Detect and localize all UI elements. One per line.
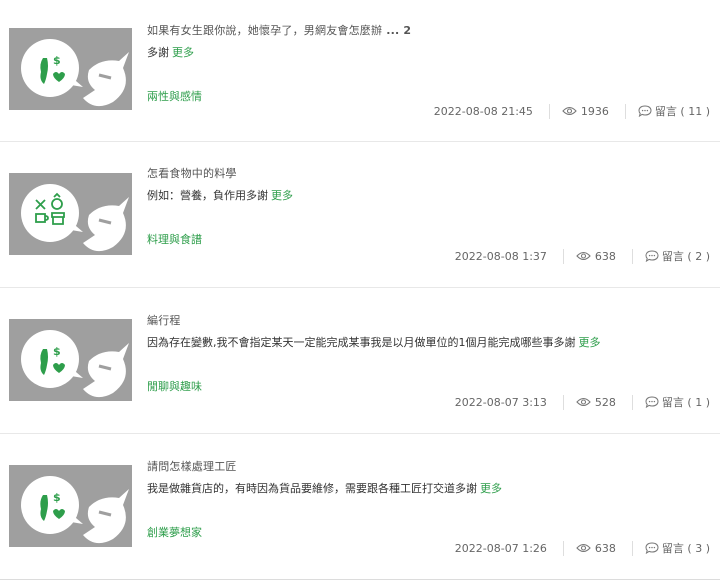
post-item: $ 請問怎樣處理工匠 我是做雜貨店的，有時因為貨品要維修，需要跟各種工匠打交道多… — [0, 434, 720, 580]
comment-bubble-icon — [645, 542, 659, 554]
meta-divider — [548, 103, 550, 119]
post-thumbnail[interactable]: $ — [9, 28, 132, 110]
meta-divider — [631, 248, 633, 264]
post-feed: $ 如果有女生跟你說，她懷孕了，男網友會怎麼辦... 2 多謝 更多 兩性與感情 2… — [0, 0, 720, 580]
post-title-text[interactable]: 編行程 — [147, 314, 181, 327]
post-title-text[interactable]: 如果有女生跟你說，她懷孕了，男網友會怎麼辦 — [147, 24, 382, 37]
view-count: 528 — [576, 396, 616, 409]
post-title[interactable]: 怎看食物中的料學 — [147, 165, 237, 181]
post-date: 2022-08-07 3:13 — [454, 395, 547, 409]
post-date: 2022-08-08 21:45 — [433, 104, 533, 118]
post-thumbnail[interactable] — [9, 173, 132, 255]
meta-divider — [631, 394, 633, 410]
eye-icon — [576, 543, 591, 553]
post-excerpt-text: 例如：營養，負作用多謝 — [147, 189, 268, 202]
post-thumbnail[interactable]: $ — [9, 465, 132, 547]
comment-count[interactable]: 留言 ( 3 ) — [662, 540, 710, 556]
post-excerpt: 因為存在變數,我不會指定某天一定能完成某事我是以月做單位的1個月能完成哪些事多謝… — [147, 334, 601, 350]
post-item: 怎看食物中的料學 例如：營養，負作用多謝 更多 料理與食譜 2022-08-08 … — [0, 142, 720, 288]
more-link[interactable]: 更多 — [271, 189, 293, 202]
view-count-value: 638 — [594, 249, 616, 263]
post-meta: 2022-08-07 1:26 638 留言 ( 3 ) — [455, 540, 710, 556]
meta-divider — [562, 540, 564, 556]
post-excerpt: 我是做雜貨店的，有時因為貨品要維修，需要跟各種工匠打交道多謝 更多 — [147, 480, 502, 496]
meta-divider — [562, 394, 564, 410]
category-mascot-icon — [9, 173, 132, 255]
eye-icon — [576, 251, 591, 261]
view-count-value: 1936 — [580, 104, 609, 118]
post-category[interactable]: 料理與食譜 — [147, 231, 202, 247]
post-excerpt-text: 我是做雜貨店的，有時因為貨品要維修，需要跟各種工匠打交道多謝 — [147, 482, 477, 495]
comment-count[interactable]: 留言 ( 11 ) — [655, 103, 710, 119]
comment-bubble-icon — [645, 250, 659, 262]
post-title-text[interactable]: 怎看食物中的料學 — [147, 167, 237, 180]
post-meta: 2022-08-08 21:45 1936 留言 ( 11 ) — [434, 103, 710, 119]
comment-count[interactable]: 留言 ( 2 ) — [662, 248, 710, 264]
category-mascot-icon: $ — [9, 28, 132, 110]
post-item: $ 編行程 因為存在變數,我不會指定某天一定能完成某事我是以月做單位的1個月能完… — [0, 288, 720, 434]
svg-text:$: $ — [53, 54, 61, 67]
view-count: 638 — [576, 542, 616, 555]
view-count: 1936 — [562, 105, 609, 118]
meta-divider — [624, 103, 626, 119]
post-thumbnail[interactable]: $ — [9, 319, 132, 401]
post-excerpt: 多謝 更多 — [147, 44, 194, 60]
post-title[interactable]: 如果有女生跟你說，她懷孕了，男網友會怎麼辦... 2 — [147, 22, 411, 38]
title-ellipsis: ... — [386, 24, 400, 37]
post-meta: 2022-08-08 1:37 638 留言 ( 2 ) — [455, 248, 710, 264]
post-meta: 2022-08-07 3:13 528 留言 ( 1 ) — [455, 394, 710, 410]
eye-icon — [576, 397, 591, 407]
comment-count[interactable]: 留言 ( 1 ) — [662, 394, 710, 410]
page-count[interactable]: 2 — [403, 24, 411, 37]
view-count-value: 638 — [594, 541, 616, 555]
post-title[interactable]: 請問怎樣處理工匠 — [147, 458, 237, 474]
comment-bubble-icon — [645, 396, 659, 408]
post-category[interactable]: 兩性與感情 — [147, 88, 202, 104]
post-excerpt: 例如：營養，負作用多謝 更多 — [147, 187, 293, 203]
comment-bubble-icon — [638, 105, 652, 117]
meta-divider — [562, 248, 564, 264]
post-title[interactable]: 編行程 — [147, 312, 181, 328]
more-link[interactable]: 更多 — [480, 482, 502, 495]
category-mascot-icon: $ — [9, 465, 132, 547]
post-category[interactable]: 閒聊與趣味 — [147, 378, 202, 394]
post-excerpt-text: 多謝 — [147, 46, 169, 59]
post-title-text[interactable]: 請問怎樣處理工匠 — [147, 460, 237, 473]
post-excerpt-text: 因為存在變數,我不會指定某天一定能完成某事我是以月做單位的1個月能完成哪些事多謝 — [147, 336, 576, 349]
category-mascot-icon: $ — [9, 319, 132, 401]
eye-icon — [562, 106, 577, 116]
post-date: 2022-08-07 1:26 — [454, 541, 547, 555]
post-item: $ 如果有女生跟你說，她懷孕了，男網友會怎麼辦... 2 多謝 更多 兩性與感情 2… — [0, 0, 720, 142]
more-link[interactable]: 更多 — [172, 46, 194, 59]
comment-link[interactable]: 留言 ( 1 ) — [645, 394, 710, 410]
view-count-value: 528 — [594, 395, 616, 409]
post-date: 2022-08-08 1:37 — [454, 249, 547, 263]
post-category[interactable]: 創業夢想家 — [147, 524, 202, 540]
svg-text:$: $ — [53, 345, 61, 358]
more-link[interactable]: 更多 — [579, 336, 601, 349]
view-count: 638 — [576, 250, 616, 263]
comment-link[interactable]: 留言 ( 11 ) — [638, 103, 710, 119]
comment-link[interactable]: 留言 ( 2 ) — [645, 248, 710, 264]
svg-text:$: $ — [53, 491, 61, 504]
meta-divider — [631, 540, 633, 556]
comment-link[interactable]: 留言 ( 3 ) — [645, 540, 710, 556]
